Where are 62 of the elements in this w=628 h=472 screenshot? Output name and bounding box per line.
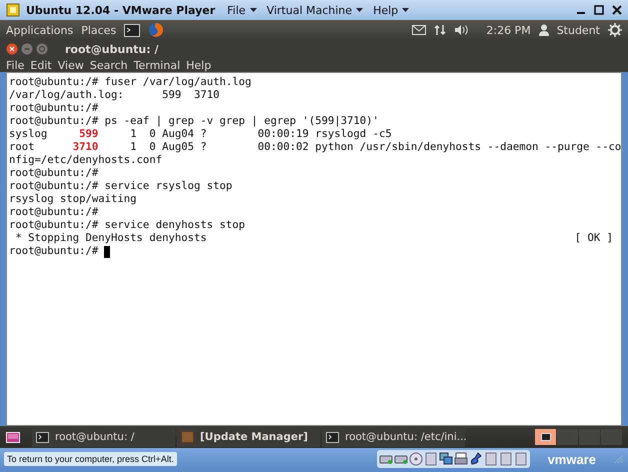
terminal-line: root@ubuntu:/# bbox=[9, 167, 98, 180]
clock[interactable]: 2:26 PM bbox=[486, 24, 531, 36]
window-title: root@ubuntu: / bbox=[65, 42, 158, 56]
terminal-line: nfig=/etc/denyhosts.conf bbox=[9, 154, 162, 167]
caret-icon bbox=[402, 8, 410, 12]
terminal-line: root@ubuntu:/# service rsyslog stop bbox=[9, 180, 232, 193]
mail-icon[interactable] bbox=[412, 25, 426, 35]
menu-item[interactable]: Help bbox=[373, 4, 410, 16]
vmware-logo: vmware bbox=[548, 452, 596, 466]
menu-item[interactable]: File bbox=[6, 58, 24, 72]
hint-text: To return to your computer, press Ctrl+Alt. bbox=[4, 452, 177, 466]
terminal-line: root@ubuntu:/# bbox=[9, 102, 98, 115]
menu-item[interactable]: View bbox=[58, 58, 84, 72]
gear-icon[interactable] bbox=[608, 23, 622, 37]
terminal-line: syslog 599 1 0 Aug04 ? 00:00:19 rsyslogd -c5 bbox=[9, 128, 392, 141]
caret-icon bbox=[356, 8, 364, 12]
taskbar-button[interactable]: root@ubuntu: / bbox=[32, 427, 175, 447]
terminal-line: root@ubuntu:/# bbox=[9, 206, 98, 219]
printer-icon[interactable] bbox=[454, 452, 468, 466]
network-adapter-icon[interactable] bbox=[438, 452, 453, 466]
browser-icon[interactable] bbox=[148, 22, 164, 38]
terminal-icon bbox=[326, 432, 339, 442]
terminal-line: root@ubuntu:/# ps -eaf | grep -v grep | egrep '(599|3710)' bbox=[9, 115, 379, 128]
show-desktop-icon[interactable] bbox=[6, 432, 20, 442]
user-icon[interactable] bbox=[538, 24, 549, 36]
menu-item[interactable]: Search bbox=[90, 58, 128, 72]
terminal-icon[interactable] bbox=[124, 24, 140, 36]
terminal-icon bbox=[540, 433, 550, 441]
panel-menu[interactable]: Applications bbox=[6, 24, 74, 36]
vm-logo-icon bbox=[6, 3, 20, 17]
cd-drive-icon[interactable] bbox=[408, 452, 423, 466]
workspace-button[interactable] bbox=[535, 429, 556, 445]
terminal-line: * Stopping DenyHosts denyhosts bbox=[14, 232, 207, 245]
terminal-line: root@ubuntu:/# fuser /var/log/auth.log bbox=[9, 76, 252, 89]
menu-item[interactable]: Edit bbox=[30, 58, 52, 72]
menu-item[interactable]: Help bbox=[186, 58, 212, 72]
terminal-icon bbox=[36, 432, 49, 442]
package-icon bbox=[181, 431, 194, 443]
resize-grip-icon[interactable] bbox=[614, 454, 624, 464]
taskbar-button[interactable]: root@ubuntu: /etc/ini... bbox=[322, 427, 465, 447]
close-icon[interactable] bbox=[612, 5, 622, 15]
terminal-line: rsyslog stop/waiting bbox=[9, 193, 137, 206]
taskbar-button[interactable]: [Update Manager] bbox=[177, 427, 320, 447]
terminal-line: root 3710 1 0 Aug05 ? 00:00:02 python /usr/sbin/denyhosts --daemon --purge --co bbox=[9, 141, 622, 154]
maximize-icon[interactable] bbox=[594, 5, 604, 15]
panel-menu[interactable]: Places bbox=[81, 24, 116, 36]
user-name[interactable]: Student bbox=[556, 24, 600, 36]
network-arrows-icon[interactable] bbox=[434, 24, 446, 36]
status-text: [ OK ] bbox=[574, 232, 613, 245]
terminal-line: root@ubuntu:/# bbox=[9, 245, 98, 258]
terminal-area[interactable] bbox=[6, 72, 622, 426]
terminal-line: /var/log/auth.log: 599 3710 bbox=[9, 89, 220, 102]
caret-icon bbox=[250, 8, 257, 12]
window-title: Ubuntu 12.04 - VMware Player bbox=[26, 4, 216, 16]
terminal-line: root@ubuntu:/# service denyhosts stop bbox=[9, 219, 245, 232]
speaker-icon[interactable] bbox=[454, 24, 470, 36]
device-icon[interactable] bbox=[514, 452, 528, 466]
menu-item[interactable]: Virtual Machine bbox=[266, 4, 364, 16]
device-icon[interactable] bbox=[498, 452, 513, 466]
close-icon[interactable] bbox=[6, 43, 18, 55]
menu-item[interactable]: File bbox=[227, 4, 257, 16]
menu-item[interactable]: Terminal bbox=[134, 58, 180, 72]
